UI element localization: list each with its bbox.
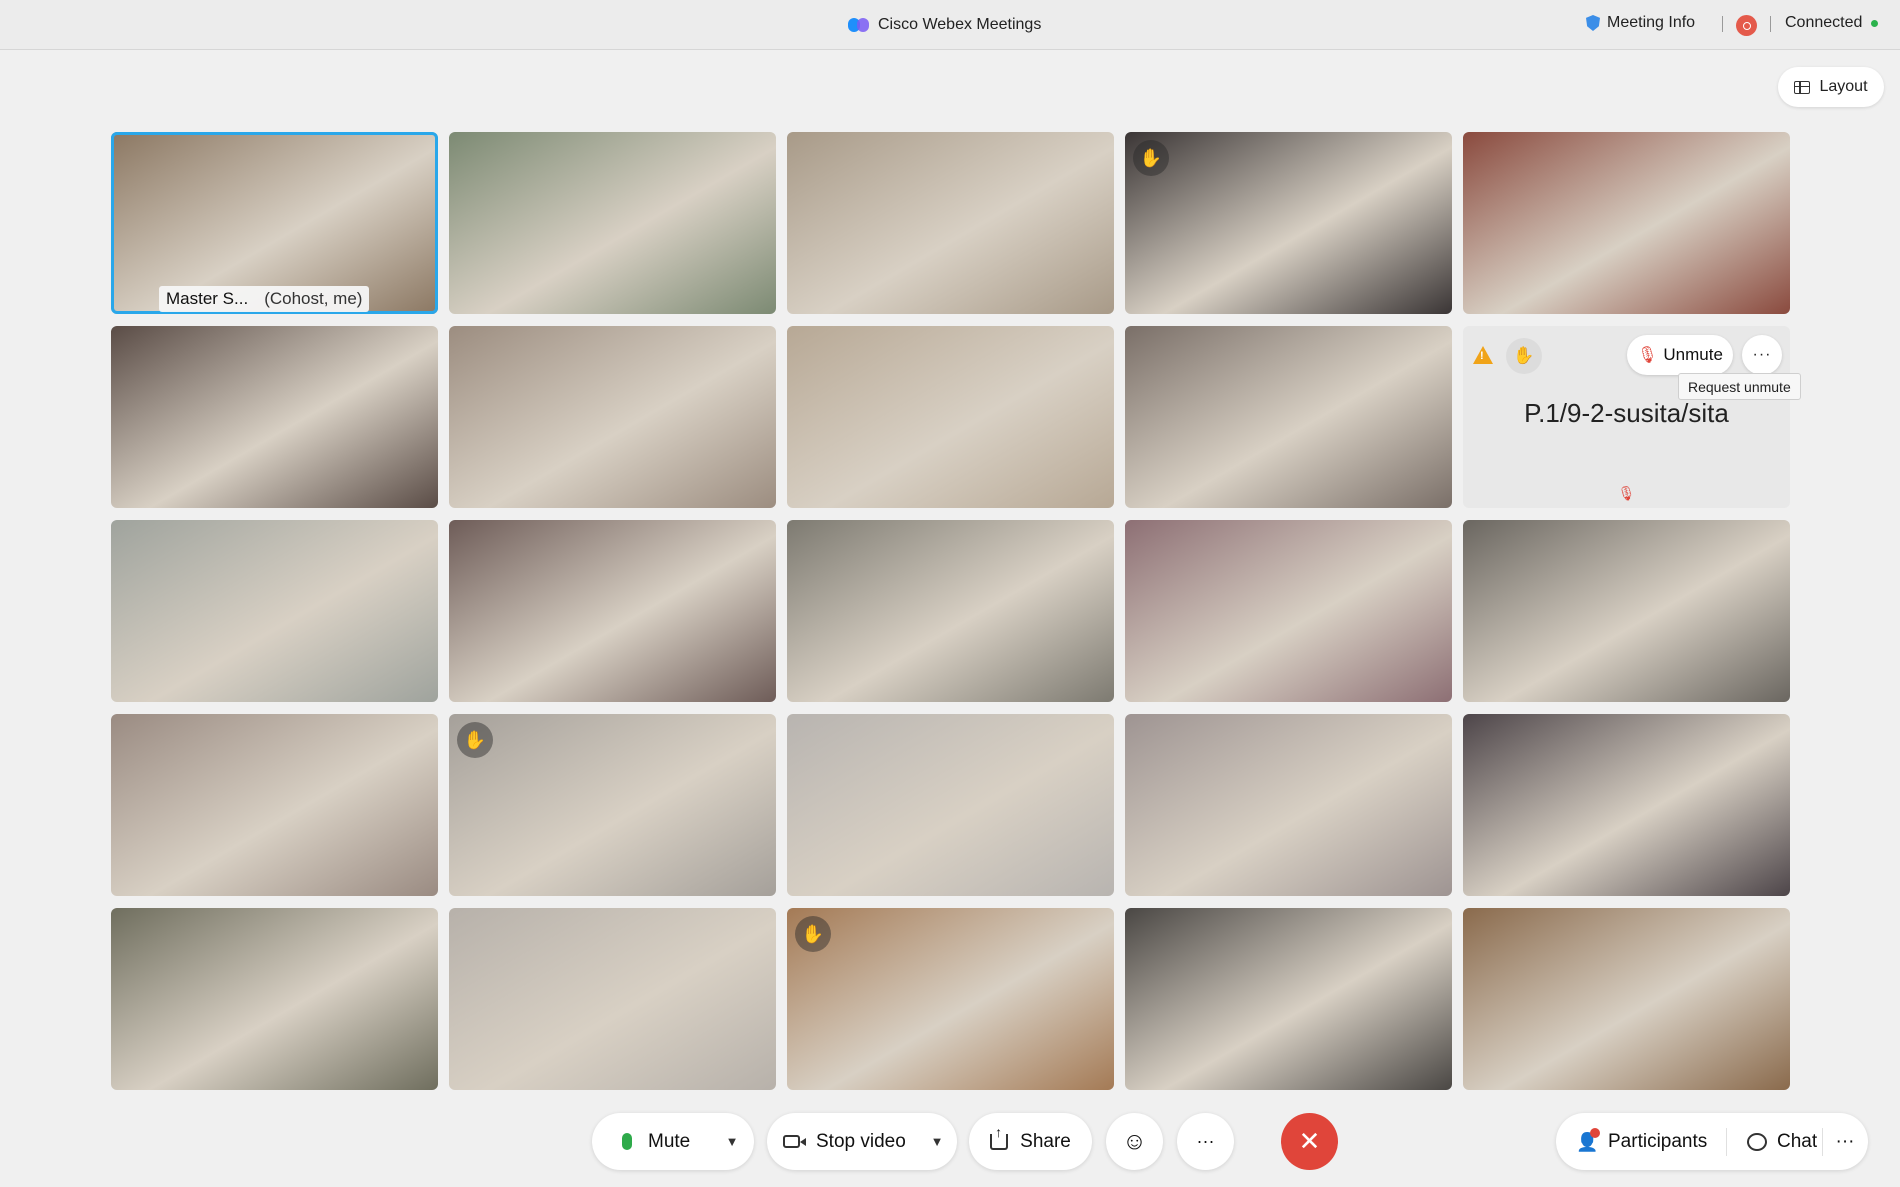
grid-layout-icon [1794,80,1811,94]
mic-off-icon: 🎙 [1637,347,1658,364]
chevron-down-icon: ▼ [725,1134,739,1149]
chat-label: Chat [1777,1130,1818,1152]
participant-video-tile[interactable] [1125,326,1452,508]
participant-video-tile[interactable] [1463,908,1790,1090]
participants-button[interactable]: 👤 Participants [1556,1113,1726,1170]
participant-role: (Cohost, me) [264,289,363,308]
participant-video-tile[interactable] [449,908,776,1090]
chat-button[interactable]: Chat [1727,1113,1822,1170]
participant-video-tile[interactable] [111,520,438,702]
stop-video-label: Stop video [816,1130,906,1152]
muted-icon: 🎙 [1617,485,1636,501]
overflow-menu-button[interactable]: ··· [1823,1113,1867,1170]
participant-video-tile[interactable] [787,714,1114,896]
smiley-icon: ☺ [1122,1127,1147,1155]
connected-dot-icon [1871,19,1879,27]
share-icon [990,1124,1009,1150]
participants-icon: 👤 [1576,1127,1600,1152]
chevron-down-icon: ▼ [930,1134,944,1149]
participant-video-tile[interactable]: Master S... (Cohost, me) [111,132,438,314]
participant-video-tile[interactable] [111,326,438,508]
participant-video-tile[interactable] [787,326,1114,508]
webex-logo-icon [848,17,870,33]
share-button[interactable]: Share [969,1113,1092,1170]
meeting-info-label: Meeting Info [1607,14,1696,31]
raised-hand-icon: ✋ [457,722,493,758]
close-icon: ✕ [1298,1126,1321,1156]
participant-video-tile[interactable]: ✋ [1125,132,1452,314]
participant-video-tile[interactable] [111,908,438,1090]
video-control: Stop video ▼ [767,1113,957,1170]
panel-controls: 👤 Participants Chat ··· [1556,1113,1868,1170]
mute-label: Mute [648,1130,691,1152]
participant-video-tile[interactable] [1125,520,1452,702]
notification-dot-icon [1590,1127,1600,1138]
video-camera-icon [783,1135,806,1148]
participant-video-tile[interactable] [1463,520,1790,702]
unmute-label: Unmute [1663,345,1723,364]
participant-name: P.1/9-2-susita/sita [1524,398,1729,428]
participants-label: Participants [1608,1130,1708,1152]
mute-button[interactable]: Mute [592,1113,712,1170]
video-grid: Master S... (Cohost, me) ✋ ✋ 🎙 Unmute ··… [111,132,1790,1090]
participant-video-tile[interactable] [1463,714,1790,896]
layout-button[interactable]: Layout [1778,67,1884,107]
tile-more-button[interactable]: ··· [1742,335,1782,375]
unmute-button[interactable]: 🎙 Unmute [1627,335,1733,375]
connection-status: Connected [1785,14,1879,32]
chat-bubble-icon [1747,1132,1767,1151]
participant-video-tile[interactable]: ✋ [449,714,776,896]
participant-video-tile[interactable] [111,714,438,896]
participant-video-tile[interactable] [787,132,1114,314]
participant-video-tile[interactable] [1463,132,1790,314]
warning-icon [1473,346,1493,364]
participant-video-tile[interactable] [449,520,776,702]
app-title: Cisco Webex Meetings [848,14,1041,36]
request-unmute-tooltip: Request unmute [1678,373,1801,400]
shield-icon [1586,15,1600,31]
participant-video-tile[interactable] [449,132,776,314]
video-options-button[interactable]: ▼ [917,1113,957,1170]
participant-video-tile[interactable]: ✋ [787,908,1114,1090]
mute-control: Mute ▼ [592,1113,754,1170]
stop-video-button[interactable]: Stop video [767,1113,917,1170]
microphone-icon [622,1133,632,1150]
participant-name: Master S... [166,289,249,308]
lower-hand-button[interactable]: ✋ [1506,338,1542,374]
meeting-info-button[interactable]: Meeting Info [1586,14,1695,32]
end-meeting-button[interactable]: ✕ [1281,1113,1338,1170]
participant-video-tile[interactable] [1125,714,1452,896]
raised-hand-icon: ✋ [795,916,831,952]
recording-icon[interactable] [1736,15,1757,36]
divider [1722,16,1723,32]
connection-status-label: Connected [1785,14,1863,31]
self-name-label: Master S... (Cohost, me) [159,286,370,312]
more-icon: ··· [1196,1131,1215,1151]
share-label: Share [1020,1130,1071,1152]
divider [1770,16,1771,32]
participant-video-tile[interactable] [1125,908,1452,1090]
more-icon: ··· [1752,346,1772,363]
more-options-button[interactable]: ··· [1177,1113,1234,1170]
participant-tile-audio-only[interactable]: ✋ 🎙 Unmute ··· P.1/9-2-susita/sita 🎙 [1463,326,1790,508]
hand-icon: ✋ [1513,346,1535,365]
title-bar: Cisco Webex Meetings Meeting Info Connec… [0,0,1900,50]
layout-button-label: Layout [1819,78,1868,95]
raised-hand-icon: ✋ [1133,140,1169,176]
more-icon: ··· [1835,1130,1855,1152]
app-title-text: Cisco Webex Meetings [878,16,1042,33]
audio-options-button[interactable]: ▼ [712,1113,752,1170]
participant-video-tile[interactable] [787,520,1114,702]
participant-video-tile[interactable] [449,326,776,508]
reactions-button[interactable]: ☺ [1106,1113,1163,1170]
